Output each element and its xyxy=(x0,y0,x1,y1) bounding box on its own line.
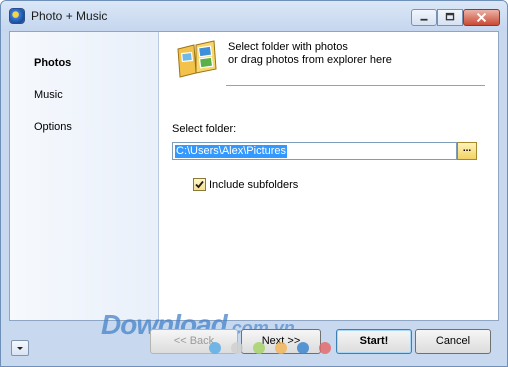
header-divider xyxy=(226,85,485,86)
next-button[interactable]: Next >> xyxy=(241,329,321,354)
app-icon xyxy=(10,9,24,23)
close-icon xyxy=(476,12,487,23)
maximize-icon xyxy=(445,12,455,21)
window-title: Photo + Music xyxy=(31,9,108,23)
folder-path-input[interactable]: C:\Users\Alex\Pictures xyxy=(172,142,457,160)
back-button[interactable]: << Back xyxy=(150,329,238,354)
cancel-button[interactable]: Cancel xyxy=(415,329,491,354)
chevron-down-icon xyxy=(17,347,23,350)
header-instruction-line2: or drag photos from explorer here xyxy=(228,54,392,66)
client-area: Photos Music Options Select folder with … xyxy=(9,31,499,321)
title-bar: Photo + Music xyxy=(1,1,507,31)
minimize-button[interactable] xyxy=(411,9,437,26)
browse-button[interactable]: ... xyxy=(457,142,477,160)
folder-path-value: C:\Users\Alex\Pictures xyxy=(175,145,288,158)
minimize-icon xyxy=(420,18,428,21)
close-button[interactable] xyxy=(463,9,500,26)
start-button[interactable]: Start! xyxy=(336,329,412,354)
menu-dropdown-button[interactable] xyxy=(11,340,29,356)
include-subfolders-checkbox[interactable] xyxy=(193,178,206,191)
checkmark-icon xyxy=(195,180,204,189)
include-subfolders-label[interactable]: Include subfolders xyxy=(209,179,298,191)
maximize-button[interactable] xyxy=(437,9,463,26)
sidebar-item-options[interactable]: Options xyxy=(34,121,72,133)
select-folder-label: Select folder: xyxy=(172,123,237,135)
sidebar: Photos Music Options xyxy=(10,32,159,320)
photo-folder-icon xyxy=(177,40,217,78)
photos-panel: Select folder with photos or drag photos… xyxy=(159,32,498,320)
header-instruction-line1: Select folder with photos xyxy=(228,41,348,53)
sidebar-item-photos[interactable]: Photos xyxy=(34,57,71,69)
app-window: Photo + Music Photos Music Options Selec… xyxy=(0,0,508,367)
sidebar-item-music[interactable]: Music xyxy=(34,89,63,101)
